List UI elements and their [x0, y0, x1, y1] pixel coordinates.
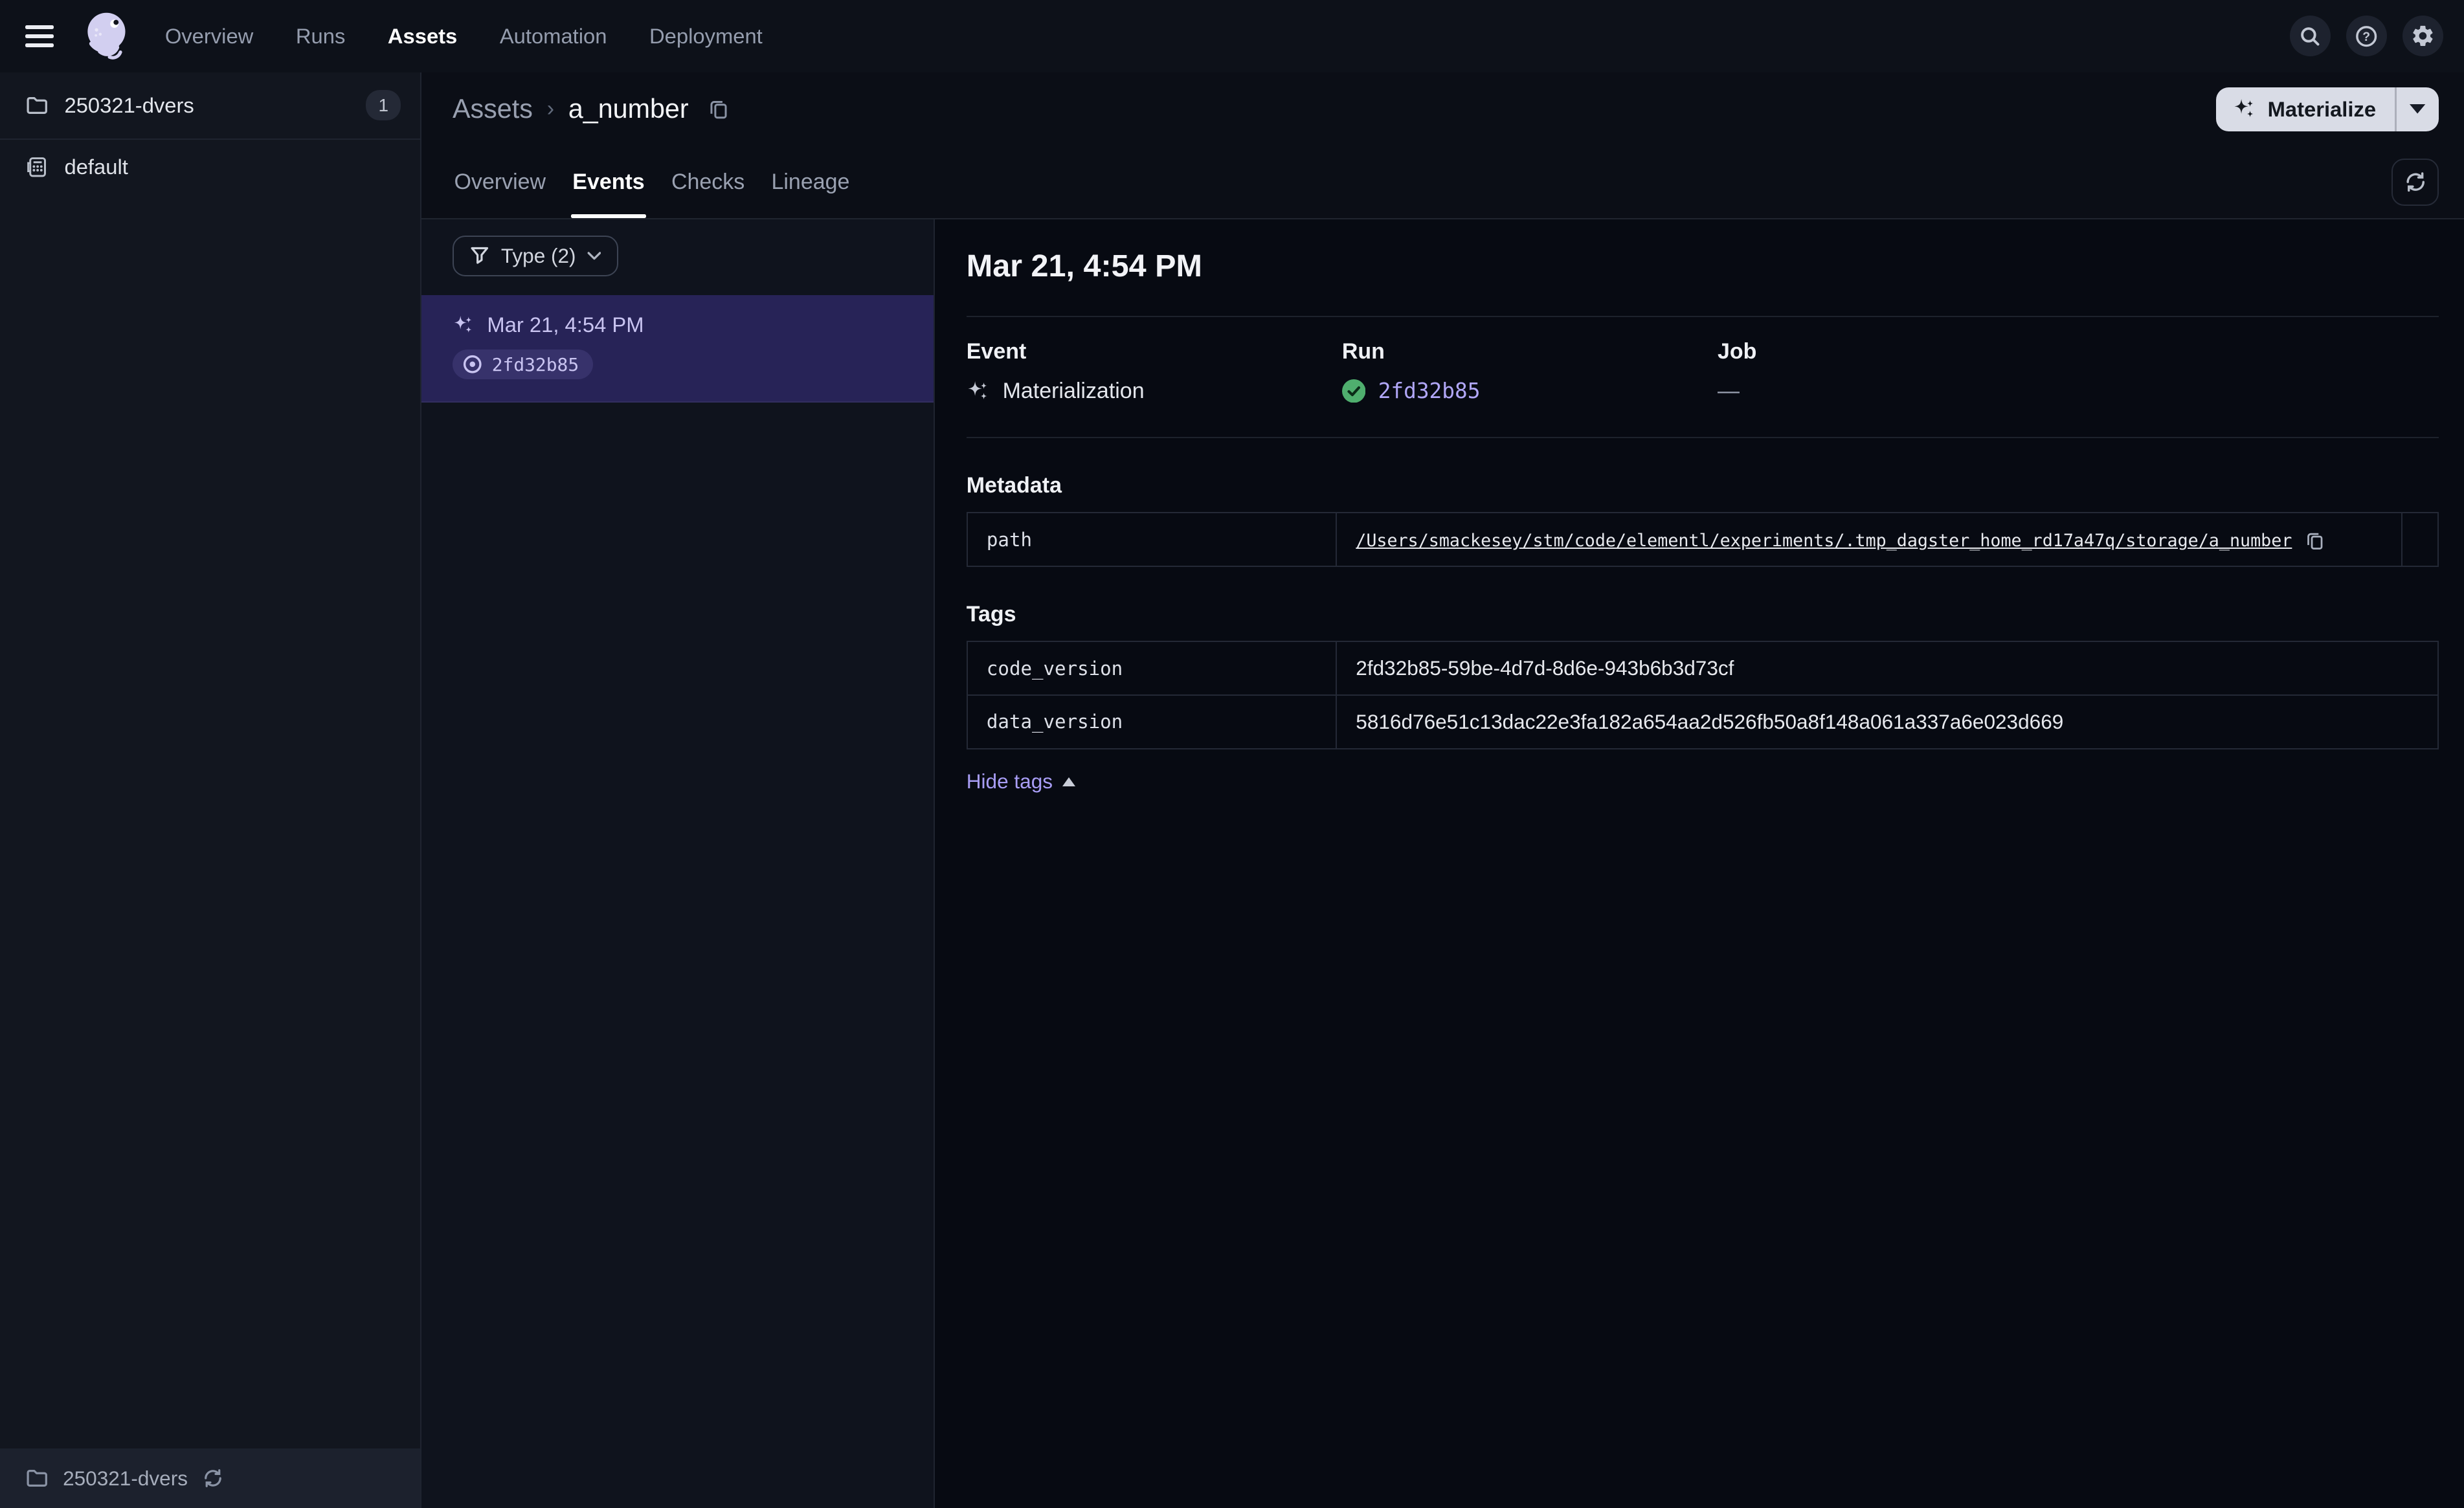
- asset-group-icon: [25, 155, 49, 179]
- materialize-button[interactable]: Materialize: [2216, 87, 2395, 131]
- event-list-item[interactable]: Mar 21, 4:54 PM 2fd32b85: [421, 294, 934, 403]
- run-id-text: 2fd32b85: [491, 353, 579, 375]
- chevron-down-icon: [587, 251, 601, 261]
- event-summary-columns: Event Materialization Run 2fd32b85 Job —: [967, 317, 2439, 437]
- triangle-up-icon: [1062, 777, 1075, 786]
- nav-automation[interactable]: Automation: [500, 24, 607, 49]
- folder-icon: [25, 94, 49, 117]
- tag-value: 2fd32b85-59be-4d7d-8d6e-943b6b3d73cf: [1336, 641, 2439, 696]
- nav-deployment[interactable]: Deployment: [649, 24, 763, 49]
- event-type-value: Materialization: [1002, 378, 1145, 403]
- job-column: Job —: [1718, 339, 2439, 404]
- event-timestamp: Mar 21, 4:54 PM: [487, 312, 644, 337]
- footer-workspace-name: 250321-dvers: [63, 1466, 188, 1490]
- metadata-key: path: [966, 512, 1338, 568]
- tags-heading: Tags: [966, 601, 1016, 626]
- materialization-icon: [453, 314, 475, 336]
- run-id-pill[interactable]: 2fd32b85: [453, 349, 593, 380]
- check-circle-icon: [1341, 379, 1366, 403]
- job-column-label: Job: [1717, 338, 1757, 364]
- page-header: Assets › a_number Materialize: [421, 72, 2464, 146]
- metadata-heading: Metadata: [966, 472, 1062, 498]
- workspace-count-badge: 1: [366, 90, 401, 121]
- table-row: data_version 5816d76e51c13dac22e3fa182a6…: [966, 694, 2439, 749]
- tab-lineage[interactable]: Lineage: [770, 146, 851, 219]
- event-column: Event Materialization: [967, 339, 1342, 404]
- main-content: Assets › a_number Materialize Overview E…: [421, 72, 2464, 1508]
- reload-workspace-button[interactable]: [202, 1467, 224, 1489]
- nav-assets[interactable]: Assets: [388, 24, 457, 49]
- tag-value: 5816d76e51c13dac22e3fa182a654aa2d526fb50…: [1336, 694, 2439, 749]
- type-filter-button[interactable]: Type (2): [453, 235, 618, 276]
- topbar-actions: ?: [2289, 16, 2444, 57]
- sync-icon: [202, 1467, 224, 1489]
- event-detail-title: Mar 21, 4:54 PM: [966, 249, 1202, 284]
- run-column: Run 2fd32b85: [1341, 338, 1718, 404]
- metadata-table: path /Users/smackesey/stm/code/elementl/…: [966, 512, 2439, 568]
- copy-icon: [708, 98, 730, 120]
- refresh-button[interactable]: [2391, 159, 2439, 206]
- type-filter-label: Type (2): [500, 243, 576, 267]
- dagster-logo-icon[interactable]: [82, 10, 135, 63]
- asset-catalog-sidebar: 250321-dvers 1 default 250321-dvers: [0, 72, 421, 1508]
- hide-tags-label: Hide tags: [966, 770, 1053, 793]
- events-filter-bar: Type (2): [421, 219, 934, 295]
- help-button[interactable]: ?: [2346, 16, 2388, 57]
- sidebar-item-group-default[interactable]: default: [0, 140, 420, 195]
- nav-overview[interactable]: Overview: [165, 24, 254, 49]
- page-title: a_number: [568, 94, 689, 124]
- tab-events[interactable]: Events: [570, 146, 646, 219]
- table-row: code_version 2fd32b85-59be-4d7d-8d6e-943…: [966, 641, 2439, 696]
- svg-text:?: ?: [2363, 30, 2371, 44]
- search-button[interactable]: [2289, 16, 2331, 57]
- group-name: default: [64, 155, 128, 179]
- filter-icon: [469, 245, 490, 266]
- sync-icon: [2404, 170, 2427, 194]
- tag-key: code_version: [966, 641, 1338, 696]
- event-detail-pane: Mar 21, 4:54 PM Event Materialization Ru…: [935, 219, 2464, 1508]
- metadata-path-link[interactable]: /Users/smackesey/stm/code/elementl/exper…: [1356, 531, 2292, 551]
- materialize-split-button: Materialize: [2215, 87, 2439, 131]
- events-list-pane: Type (2) Mar 21, 4:54 PM 2fd32b85: [421, 219, 935, 1508]
- run-status-icon: [462, 354, 483, 375]
- search-icon: [2298, 25, 2322, 48]
- breadcrumb-separator: ›: [546, 96, 554, 122]
- gear-icon: [2410, 23, 2436, 49]
- sidebar-item-workspace[interactable]: 250321-dvers 1: [0, 72, 420, 140]
- tag-key: data_version: [966, 694, 1338, 749]
- event-item-title: Mar 21, 4:54 PM: [453, 313, 902, 337]
- job-value: —: [1717, 378, 1740, 403]
- sparkle-icon: [2233, 97, 2256, 120]
- run-id-link[interactable]: 2fd32b85: [1378, 379, 1481, 403]
- top-nav-bar: Overview Runs Assets Automation Deployme…: [0, 0, 2464, 72]
- folder-icon: [25, 1467, 49, 1490]
- tab-overview[interactable]: Overview: [453, 146, 547, 219]
- help-icon: ?: [2355, 25, 2378, 48]
- hide-tags-button[interactable]: Hide tags: [967, 770, 1075, 793]
- materialize-label: Materialize: [2267, 96, 2377, 121]
- table-row: path /Users/smackesey/stm/code/elementl/…: [966, 512, 2439, 568]
- breadcrumb-assets-link[interactable]: Assets: [453, 94, 533, 124]
- materialize-dropdown-toggle[interactable]: [2397, 87, 2439, 131]
- copy-path-button[interactable]: [2305, 531, 2325, 551]
- breadcrumb: Assets › a_number: [453, 94, 730, 124]
- tab-checks[interactable]: Checks: [670, 146, 746, 219]
- caret-down-icon: [2410, 104, 2426, 114]
- asset-tabs: Overview Events Checks Lineage: [453, 146, 851, 219]
- menu-icon[interactable]: [25, 17, 63, 55]
- event-column-label: Event: [966, 338, 1027, 364]
- settings-button[interactable]: [2402, 16, 2444, 57]
- primary-nav: Overview Runs Assets Automation Deployme…: [165, 24, 763, 49]
- run-column-label: Run: [1341, 338, 1385, 364]
- workspace-name: 250321-dvers: [64, 93, 194, 117]
- sidebar-footer: 250321-dvers: [0, 1448, 420, 1508]
- asset-tabs-row: Overview Events Checks Lineage: [421, 146, 2464, 220]
- nav-runs[interactable]: Runs: [296, 24, 345, 49]
- copy-icon: [2305, 531, 2325, 551]
- copy-asset-name-button[interactable]: [708, 98, 730, 120]
- materialization-icon: [967, 379, 990, 403]
- tags-table: code_version 2fd32b85-59be-4d7d-8d6e-943…: [966, 641, 2439, 749]
- dagster-app: Overview Runs Assets Automation Deployme…: [0, 0, 2464, 1508]
